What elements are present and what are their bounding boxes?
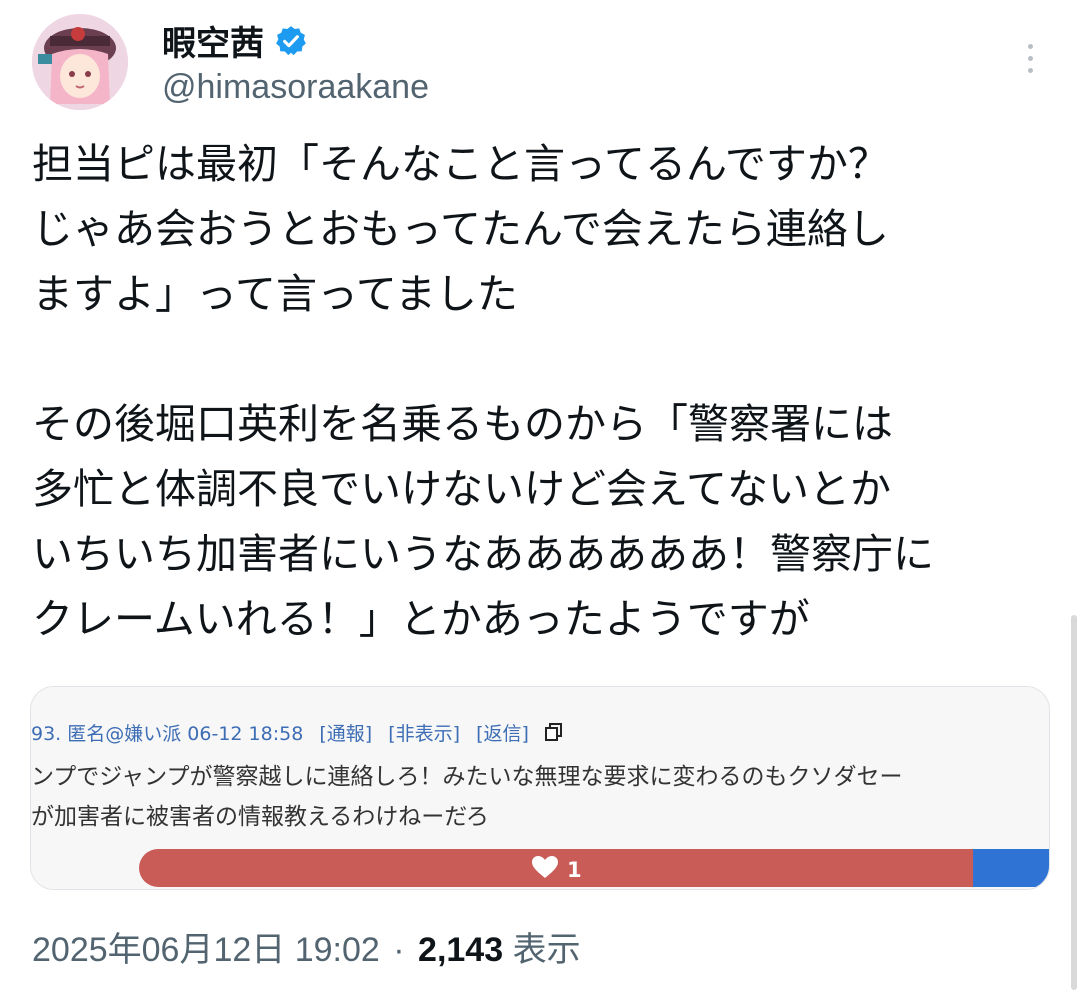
tweet-line: その後堀口英利を名乗るものから「警察署には (32, 400, 893, 448)
tweet-text: 担当ピは最初「そんなこと言ってるんですか？ じゃあ会おうとおもってたんで会えたら… (32, 132, 1062, 652)
reply-link: [返信] (476, 723, 529, 745)
avatar[interactable] (32, 14, 128, 110)
like-count: 1 (567, 857, 582, 882)
more-vertical-icon[interactable] (1010, 38, 1050, 78)
timestamp[interactable]: 2025年06月12日 19:02 (32, 931, 380, 969)
media-image[interactable]: 93. 匿名@嫌い派 06-12 18:58 [通報] [非表示] [返信] ン… (30, 686, 1050, 890)
display-name[interactable]: 暇空茜 (162, 16, 264, 65)
tweet-line: じゃあ会おうとおもってたんで会えたら連絡し (32, 205, 889, 253)
hide-link: [非表示] (388, 723, 461, 745)
handle[interactable]: @himasoraakane (162, 68, 429, 107)
tweet-line: いちいち加害者にいうなああああああ！警察庁に (32, 530, 934, 578)
tweet-line (32, 327, 1062, 392)
views-count: 2,143 (418, 931, 504, 969)
separator: · (393, 931, 405, 969)
copy-icon (543, 721, 565, 748)
dislike-bar (973, 849, 1049, 887)
post-text-line: が加害者に被害者の情報教えるわけねーだろ (31, 804, 489, 830)
tweet-line: 多忙と体調不良でいけないけど会えてないとか (32, 465, 891, 513)
tweet-line: クレームいれる！」とかあったようですが (32, 595, 810, 643)
verified-badge-icon (274, 24, 308, 58)
views-label: 表示 (512, 931, 581, 969)
display-name-row[interactable]: 暇空茜 (162, 16, 308, 65)
post-meta-text: 93. 匿名@嫌い派 06-12 18:58 (31, 723, 304, 745)
like-counter: 1 (531, 855, 582, 884)
tweet-line: 担当ピは最初「そんなこと言ってるんですか？ (32, 140, 889, 188)
post-meta: 93. 匿名@嫌い派 06-12 18:58 [通報] [非表示] [返信] (31, 719, 565, 748)
report-link: [通報] (319, 723, 373, 745)
heart-icon (531, 855, 559, 884)
tweet-footer: 2025年06月12日 19:02 · 2,143 表示 (32, 922, 581, 971)
embedded-post-screenshot: 93. 匿名@嫌い派 06-12 18:58 [通報] [非表示] [返信] ン… (31, 687, 1049, 889)
tweet-line: ますよ」って言ってました (32, 270, 518, 318)
post-text-line: ンプでジャンプが警察越しに連絡しろ！みたいな無理な要求に変わるのもクソダセー (31, 764, 903, 790)
scrollbar[interactable] (1071, 615, 1077, 990)
